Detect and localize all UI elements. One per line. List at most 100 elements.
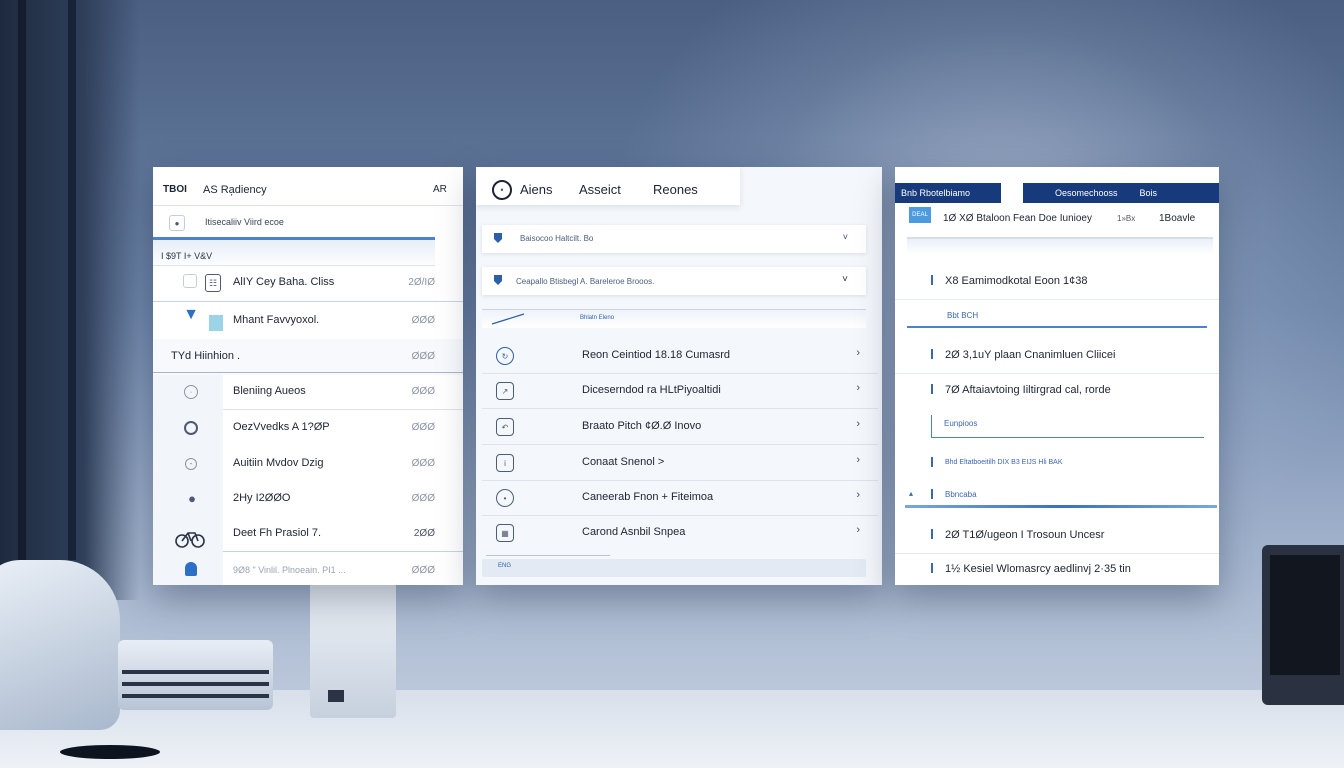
selected-item-text[interactable]: Itisecaliiv Viird ecoe bbox=[205, 217, 284, 227]
left-panel: TBOI AS Ra᷊diency AR ● Itisecaliiv Viird… bbox=[153, 167, 463, 585]
right-panel: Bnb Rbotelbiamo Oesomechooss Bois DEAL 1… bbox=[895, 167, 1219, 585]
list-item-label: Auitiin Mvdov Dzig bbox=[233, 457, 324, 469]
list-item[interactable]: 2Ø T1Ø/ugeon I Trosoun Uncesr bbox=[895, 519, 1219, 554]
tab-asseict[interactable]: Asseict bbox=[579, 182, 621, 197]
filter-field-2-text: Ceapallo Btisbegl A. Bareleroe Brooos. bbox=[516, 277, 655, 286]
divider bbox=[153, 301, 463, 302]
left-panel-header: TBOI AS Ra᷊diency AR bbox=[153, 167, 463, 206]
section-value: ØØØ bbox=[411, 351, 435, 362]
list-item[interactable]: Bhd Eltatboeitilh DIX B3 EIJS Hli BAK bbox=[895, 447, 1219, 481]
list-item-label: Bleniing Aueos bbox=[233, 385, 306, 397]
list-item[interactable]: · Bleniing Aueos ØØØ bbox=[153, 374, 463, 410]
list-item[interactable]: ▦ Carond Asnbil Snpea › bbox=[482, 516, 878, 550]
clock-icon: - bbox=[185, 458, 197, 470]
list-item[interactable]: ↻ Reon Ceintiod 18.18 Cumasrd › bbox=[482, 339, 878, 374]
range-slider[interactable] bbox=[907, 237, 1213, 255]
top-line-right: 1Boavle bbox=[1159, 213, 1196, 224]
list-item-label: Deet Fh Prasiol 7. bbox=[233, 527, 322, 539]
checkbox-icon[interactable] bbox=[183, 274, 197, 288]
decor-monitor bbox=[1262, 545, 1344, 705]
list-item-label: Diceserndod ra HLtPiyoaltidi bbox=[582, 384, 721, 396]
top-line-meta: 1»Bx bbox=[1117, 214, 1136, 223]
bullet-icon bbox=[931, 489, 933, 499]
filter-field-2[interactable]: Ceapallo Btisbegl A. Bareleroe Brooos. ˅ bbox=[482, 267, 866, 295]
list-item[interactable]: - Auitiin Mvdov Dzig ØØØ bbox=[153, 446, 463, 482]
divider bbox=[223, 551, 463, 552]
filter-bar[interactable]: Bhlatn Eleno bbox=[482, 309, 866, 328]
bullet-icon bbox=[931, 384, 933, 394]
tab-reones[interactable]: Reones bbox=[653, 182, 698, 197]
list-item[interactable]: ▼ Mhant Favvyoxol. ØØØ bbox=[153, 303, 463, 339]
list-item[interactable]: i Conaat Snenol > › bbox=[482, 446, 878, 481]
list-item[interactable]: Deet Fh Prasiol 7. 2ØØ bbox=[153, 516, 463, 552]
row-sub-label: Bbt BCH bbox=[947, 311, 979, 320]
right-header-left-label: Bnb Rbotelbiamo bbox=[901, 188, 971, 198]
list-item-label: 2Ø 3,1uY plaan Cnanimluen Cliicei bbox=[945, 349, 1116, 361]
list-item-value: ØØØ bbox=[411, 422, 435, 433]
location-icon bbox=[185, 562, 197, 576]
footer-bar: ENG bbox=[482, 559, 866, 577]
list-item-label: 7Ø Aftaiavtoing Iiltirgrad cal, rorde bbox=[945, 384, 1111, 396]
list-item-label: X8 Eamimodkotal Eoon 1¢38 bbox=[945, 275, 1088, 287]
list-item-label: 2Ø T1Ø/ugeon I Trosoun Uncesr bbox=[945, 529, 1105, 541]
progress-line bbox=[907, 326, 1207, 328]
chevron-right-icon[interactable]: › bbox=[856, 418, 860, 430]
header-left-label: TBOI bbox=[163, 184, 187, 195]
list-item[interactable]: 1½ Kesiel Wlomasrcy aedlinvj 2·35 tin bbox=[895, 553, 1219, 585]
pin-icon bbox=[494, 233, 502, 243]
chevron-down-icon: ˅ bbox=[842, 232, 848, 242]
clock-icon[interactable]: • bbox=[492, 180, 512, 200]
trend-chart-label: Eunpioos bbox=[944, 419, 978, 428]
list-item[interactable]: OezVvedks A 1?ØP ØØØ bbox=[153, 410, 463, 446]
footer-divider bbox=[486, 555, 610, 556]
footer-value: ØØØ bbox=[411, 565, 435, 576]
list-item[interactable]: 2Ø 3,1uY plaan Cnanimluen Cliicei bbox=[895, 339, 1219, 374]
list-item-label: Braato Pitch ¢Ø.Ø Inovo bbox=[582, 420, 702, 432]
chevron-right-icon[interactable]: › bbox=[856, 347, 860, 359]
filter-field-1[interactable]: Baisocoo Haltcilt. Bo ˅ bbox=[482, 225, 866, 253]
chevron-right-icon[interactable]: › bbox=[856, 454, 860, 466]
circle-icon bbox=[184, 421, 198, 435]
user-icon[interactable]: ● bbox=[169, 215, 185, 231]
header-right-label[interactable]: AR bbox=[433, 184, 447, 195]
bullet-icon bbox=[931, 563, 933, 573]
deal-badge: DEAL bbox=[909, 207, 931, 223]
undo-icon: ↶ bbox=[496, 418, 514, 436]
footer-badge: ENG bbox=[498, 563, 512, 569]
list-item-value: ØØØ bbox=[411, 493, 435, 504]
right-header-left[interactable]: Bnb Rbotelbiamo bbox=[895, 183, 1001, 203]
list-item-label: Carond Asnbil Snpea bbox=[582, 526, 686, 538]
list-item[interactable]: X8 Eamimodkotal Eoon 1¢38 bbox=[895, 265, 1219, 300]
list-item[interactable]: 7Ø Aftaiavtoing Iiltirgrad cal, rorde bbox=[895, 374, 1219, 408]
list-item[interactable]: 9Ø8 " Vinlil. Plnoeain. PI1 ... ØØØ bbox=[153, 553, 463, 585]
tab-bar: • Aiens Asseict Reones bbox=[476, 167, 740, 205]
decor-device-box bbox=[118, 640, 273, 710]
list-item[interactable]: • Caneerab Fnon + Fiteimoa › bbox=[482, 481, 878, 516]
list-item-value: 2Ø/IØ bbox=[408, 277, 435, 288]
pin-icon: ▼ bbox=[183, 306, 199, 323]
list-item-label: Caneerab Fnon + Fiteimoa bbox=[582, 491, 714, 503]
divider bbox=[153, 372, 463, 373]
chevron-right-icon[interactable]: › bbox=[856, 489, 860, 501]
filter-text[interactable]: I $9T I+ V&V bbox=[161, 251, 212, 261]
list-item[interactable]: ● 2Hy I2ØØO ØØØ bbox=[153, 481, 463, 517]
list-item[interactable]: ↶ Braato Pitch ¢Ø.Ø Inovo › bbox=[482, 410, 878, 445]
chevron-right-icon[interactable]: › bbox=[856, 382, 860, 394]
list-item[interactable]: ↗ Diceserndod ra HLtPiyoaltidi › bbox=[482, 374, 878, 409]
list-item-label: Mhant Favvyoxol. bbox=[233, 314, 320, 326]
section-label: TYd Hiinhion . bbox=[171, 350, 241, 362]
background-shelf bbox=[0, 0, 140, 600]
header-title: AS Ra᷊diency bbox=[203, 184, 267, 196]
right-header-right[interactable]: Oesomechooss Bois bbox=[1023, 183, 1219, 203]
refresh-icon: ↻ bbox=[496, 347, 514, 365]
tab-aiens[interactable]: Aiens bbox=[520, 182, 553, 197]
decor-printer bbox=[310, 572, 396, 718]
copy-icon: ☷ bbox=[205, 274, 221, 292]
list-item-label: 1½ Kesiel Wlomasrcy aedlinvj 2·35 tin bbox=[945, 563, 1131, 575]
chevron-right-icon[interactable]: › bbox=[856, 524, 860, 536]
list-item[interactable]: ☷ AlIY Cey Baha. Cliss 2Ø/IØ bbox=[153, 265, 463, 301]
background-bar bbox=[18, 0, 26, 560]
list-item-value: 2ØØ bbox=[413, 528, 435, 539]
right-header-right-label-2: Bois bbox=[1139, 188, 1158, 198]
pin-icon bbox=[494, 275, 502, 285]
